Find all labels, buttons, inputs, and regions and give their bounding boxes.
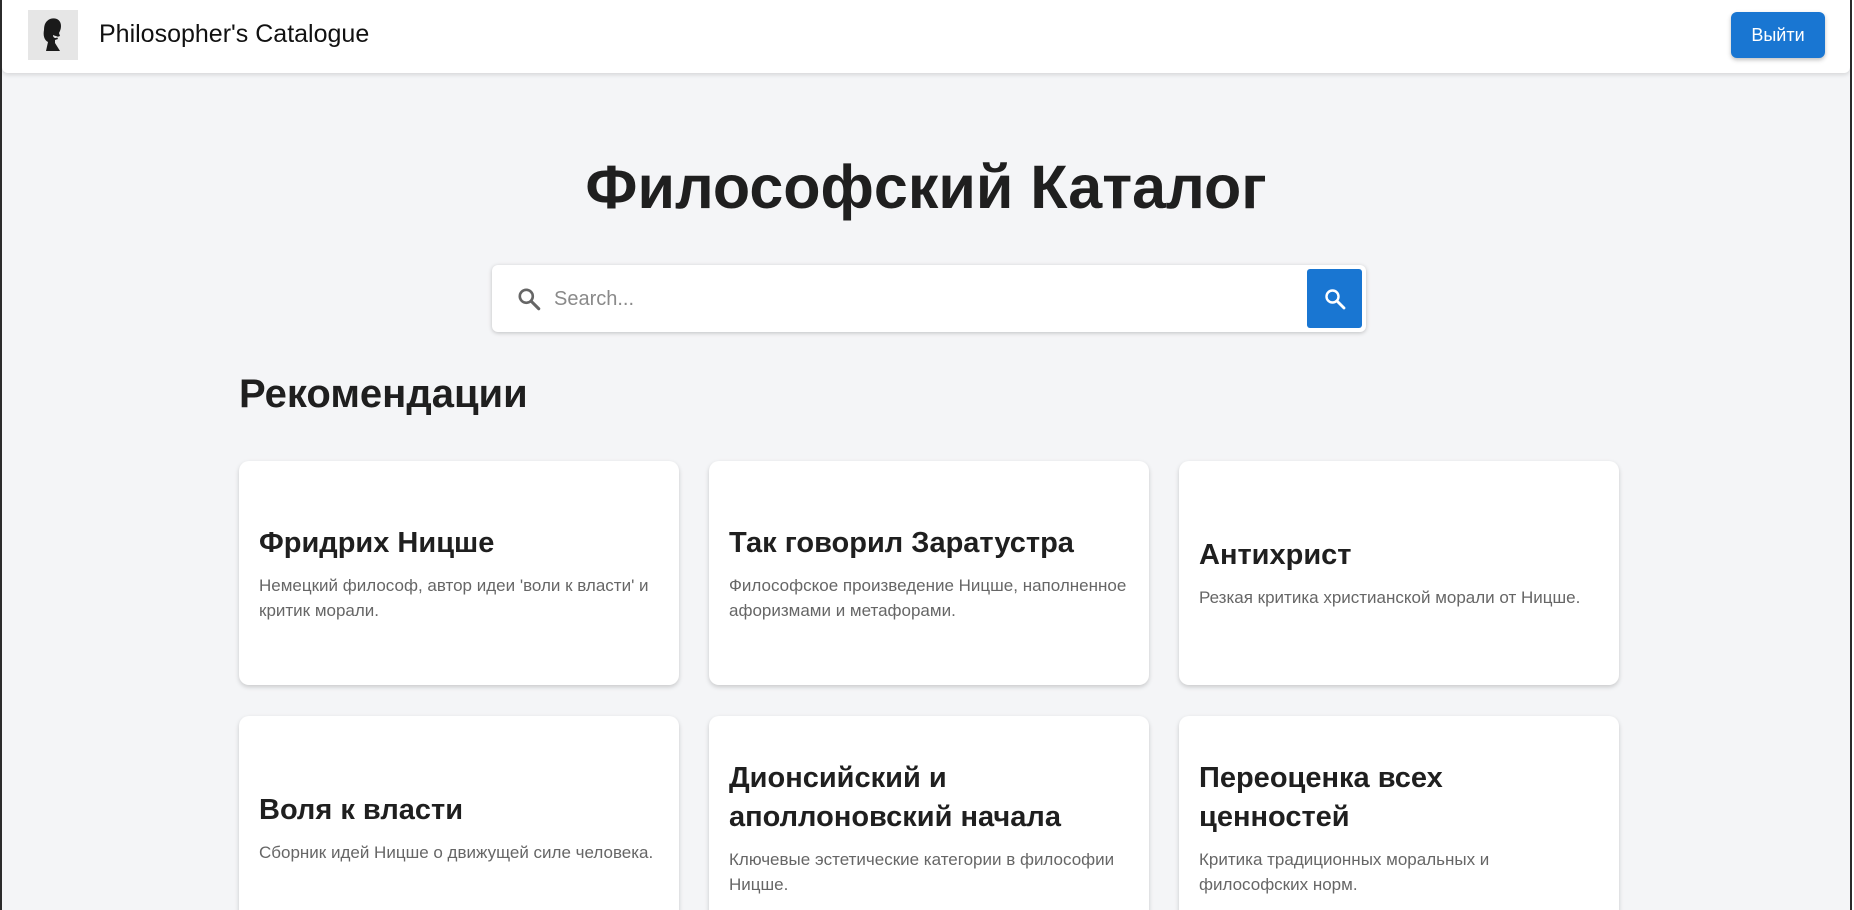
app-title: Philosopher's Catalogue <box>99 20 370 48</box>
card-title: Фридрих Ницше <box>259 526 495 559</box>
card-title: Так говорил Заратустра <box>729 526 1074 559</box>
search-input[interactable] <box>552 277 1296 321</box>
search-button[interactable] <box>1307 269 1362 328</box>
card-description: Немецкий философ, автор идеи 'воли к вла… <box>259 575 649 620</box>
card-title: Антихрист <box>1199 539 1352 571</box>
recommendations-heading: Рекомендации <box>239 372 528 416</box>
card-title: Воля к власти <box>259 794 464 826</box>
card-description: Критика традиционных моральных и философ… <box>1199 850 1490 894</box>
search-icon <box>1324 288 1345 309</box>
app-window: Philosopher's Catalogue Выйти Философски… <box>0 0 1852 910</box>
app-logo[interactable] <box>28 10 78 60</box>
recommendation-card[interactable]: Воля к власти Сборник идей Ницше о движу… <box>239 716 679 910</box>
recommendation-card[interactable]: Так говорил Заратустра Философское произ… <box>709 461 1149 685</box>
card-title: Дионсийский и аполлоновский начала <box>729 762 1061 833</box>
recommendation-card[interactable]: Дионсийский и аполлоновский начала Ключе… <box>709 716 1149 910</box>
recommendation-card[interactable]: Антихрист Резкая критика христианской мо… <box>1179 461 1619 685</box>
card-description: Философское произведение Ницше, наполнен… <box>729 575 1127 620</box>
search-icon <box>518 288 541 311</box>
card-description: Резкая критика христианской морали от Ни… <box>1199 588 1581 607</box>
recommendation-card[interactable]: Переоценка всех ценностей Критика традиц… <box>1179 716 1619 910</box>
recommendation-card[interactable]: Фридрих Ницше Немецкий философ, автор ид… <box>239 461 679 685</box>
card-title: Переоценка всех ценностей <box>1199 762 1443 833</box>
card-description: Ключевые эстетические категории в филосо… <box>729 850 1115 894</box>
page-title: Философский Каталог <box>585 153 1267 221</box>
search-bar <box>492 265 1366 332</box>
philosopher-portrait-icon <box>43 18 61 51</box>
top-app-bar: Philosopher's Catalogue Выйти <box>2 0 1850 73</box>
logout-button[interactable]: Выйти <box>1731 12 1825 58</box>
card-description: Сборник идей Ницше о движущей силе челов… <box>259 843 654 862</box>
